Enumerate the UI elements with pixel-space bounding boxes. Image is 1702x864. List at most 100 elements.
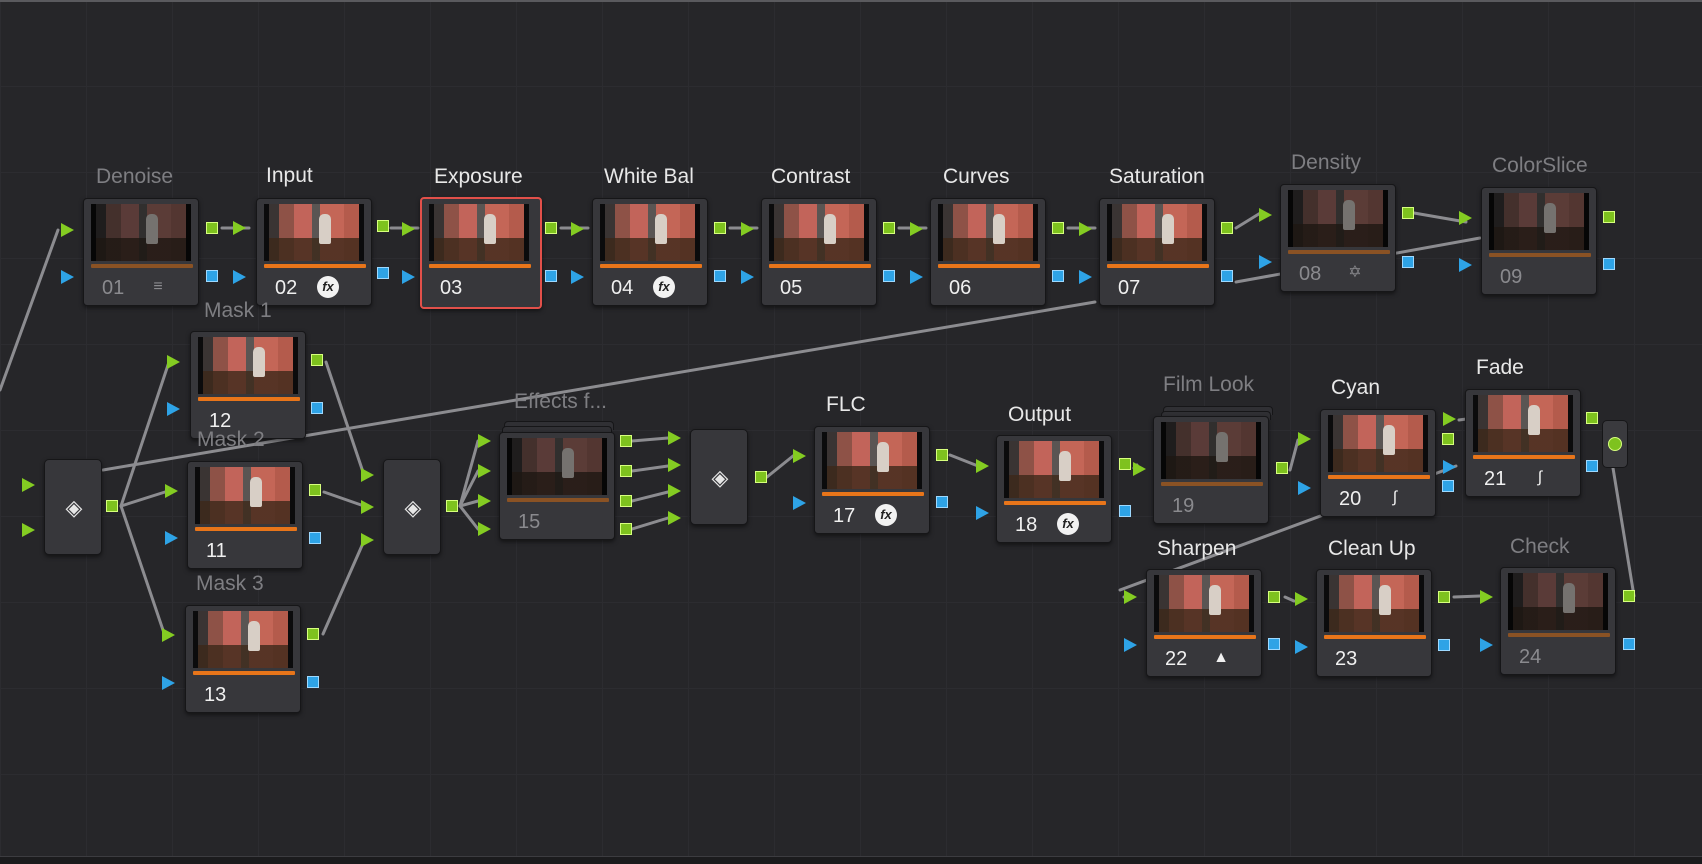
rgb-output-port[interactable] [206,222,218,234]
key-input-port[interactable] [233,270,246,284]
key-input-port[interactable] [1459,258,1472,272]
rgb-input-port[interactable] [402,222,415,236]
rgb-input-port[interactable] [61,223,74,237]
key-output-port[interactable] [545,270,557,282]
rgb-input-port[interactable] [1443,412,1456,426]
rgb-output-port[interactable] [620,495,632,507]
rgb-input-port[interactable] [478,464,491,478]
rgb-input-port[interactable] [478,434,491,448]
rgb-input-port[interactable] [668,484,681,498]
key-output-port[interactable] [1268,638,1280,650]
key-output-port[interactable] [1402,256,1414,268]
key-input-port[interactable] [165,531,178,545]
rgb-input-port[interactable] [1459,211,1472,225]
node-03[interactable]: 03 [420,197,542,309]
rgb-output-port[interactable] [446,500,458,512]
rgb-output-port[interactable] [1119,458,1131,470]
rgb-input-port[interactable] [478,494,491,508]
node-09[interactable]: 09 [1481,187,1597,295]
key-input-port[interactable] [571,270,584,284]
key-input-port[interactable] [167,402,180,416]
rgb-input-port[interactable] [1079,222,1092,236]
node-24[interactable]: 24 [1500,567,1616,675]
key-output-port[interactable] [883,270,895,282]
rgb-output-port[interactable] [377,220,389,232]
rgb-input-port[interactable] [478,522,491,536]
rgb-input-port[interactable] [361,533,374,547]
key-input-port[interactable] [741,270,754,284]
key-input-port[interactable] [162,676,175,690]
rgb-output-port[interactable] [755,471,767,483]
rgb-output-port[interactable] [1438,591,1450,603]
rgb-output-port[interactable] [545,222,557,234]
node-02[interactable]: 02 fx [256,198,372,306]
key-output-port[interactable] [1119,505,1131,517]
rgb-output-port[interactable] [1586,412,1598,424]
key-output-port[interactable] [377,267,389,279]
rgb-output-port[interactable] [714,222,726,234]
node-08[interactable]: 08 ✡ [1280,184,1396,292]
rgb-input-port[interactable] [668,431,681,445]
node-19[interactable]: 19 [1153,416,1269,524]
key-output-port[interactable] [1623,638,1635,650]
key-input-port[interactable] [1480,638,1493,652]
key-output-port[interactable] [307,676,319,688]
key-output-port[interactable] [1586,460,1598,472]
rgb-input-port[interactable] [668,511,681,525]
rgb-input-port[interactable] [793,449,806,463]
node-23[interactable]: 23 [1316,569,1432,677]
node-20[interactable]: 20 ∫ [1320,409,1436,517]
layer-mixer-node-1[interactable]: ◈ [44,459,102,555]
rgb-output-port[interactable] [1442,433,1454,445]
rgb-output-port[interactable] [620,435,632,447]
rgb-input-port[interactable] [233,221,246,235]
rgb-input-port[interactable] [22,523,35,537]
node-04[interactable]: 04 fx [592,198,708,306]
node-06[interactable]: 06 [930,198,1046,306]
rgb-output-port[interactable] [311,354,323,366]
rgb-input-port[interactable] [668,458,681,472]
key-output-port[interactable] [311,402,323,414]
rgb-output-port[interactable] [1221,222,1233,234]
node-15[interactable]: 15 [499,432,615,540]
node-01[interactable]: 01 ≡ [83,198,199,306]
rgb-output-port[interactable] [309,484,321,496]
rgb-input-port[interactable] [1133,462,1146,476]
node-07[interactable]: 07 [1099,198,1215,306]
rgb-input-port[interactable] [22,478,35,492]
key-input-port[interactable] [1124,638,1137,652]
key-input-port[interactable] [1295,640,1308,654]
node-17[interactable]: 17 fx [814,426,930,534]
rgb-output-port[interactable] [1402,207,1414,219]
rgb-output-port[interactable] [620,465,632,477]
key-input-port[interactable] [1079,270,1092,284]
layer-mixer-node-2[interactable]: ◈ [383,459,441,555]
output-node[interactable] [1602,420,1628,468]
key-input-port[interactable] [1298,481,1311,495]
node-05[interactable]: 05 [761,198,877,306]
key-output-port[interactable] [1052,270,1064,282]
key-output-port[interactable] [206,270,218,282]
rgb-input-port[interactable] [910,222,923,236]
node-13[interactable]: 13 [185,605,301,713]
key-output-port[interactable] [1221,270,1233,282]
key-output-port[interactable] [1442,480,1454,492]
rgb-output-port[interactable] [1276,462,1288,474]
rgb-input-port[interactable] [165,484,178,498]
rgb-input-port[interactable] [571,222,584,236]
key-output-port[interactable] [936,496,948,508]
key-input-port[interactable] [976,506,989,520]
key-input-port[interactable] [793,496,806,510]
rgb-input-port[interactable] [361,500,374,514]
rgb-input-port[interactable] [1298,432,1311,446]
rgb-output-port[interactable] [620,523,632,535]
rgb-output-port[interactable] [883,222,895,234]
rgb-input-port[interactable] [976,459,989,473]
key-input-port[interactable] [1259,255,1272,269]
rgb-output-port[interactable] [936,449,948,461]
rgb-output-port[interactable] [1623,590,1635,602]
rgb-input-port[interactable] [741,222,754,236]
key-input-port[interactable] [910,270,923,284]
layer-mixer-node-3[interactable]: ◈ [690,429,748,525]
key-input-port[interactable] [61,270,74,284]
